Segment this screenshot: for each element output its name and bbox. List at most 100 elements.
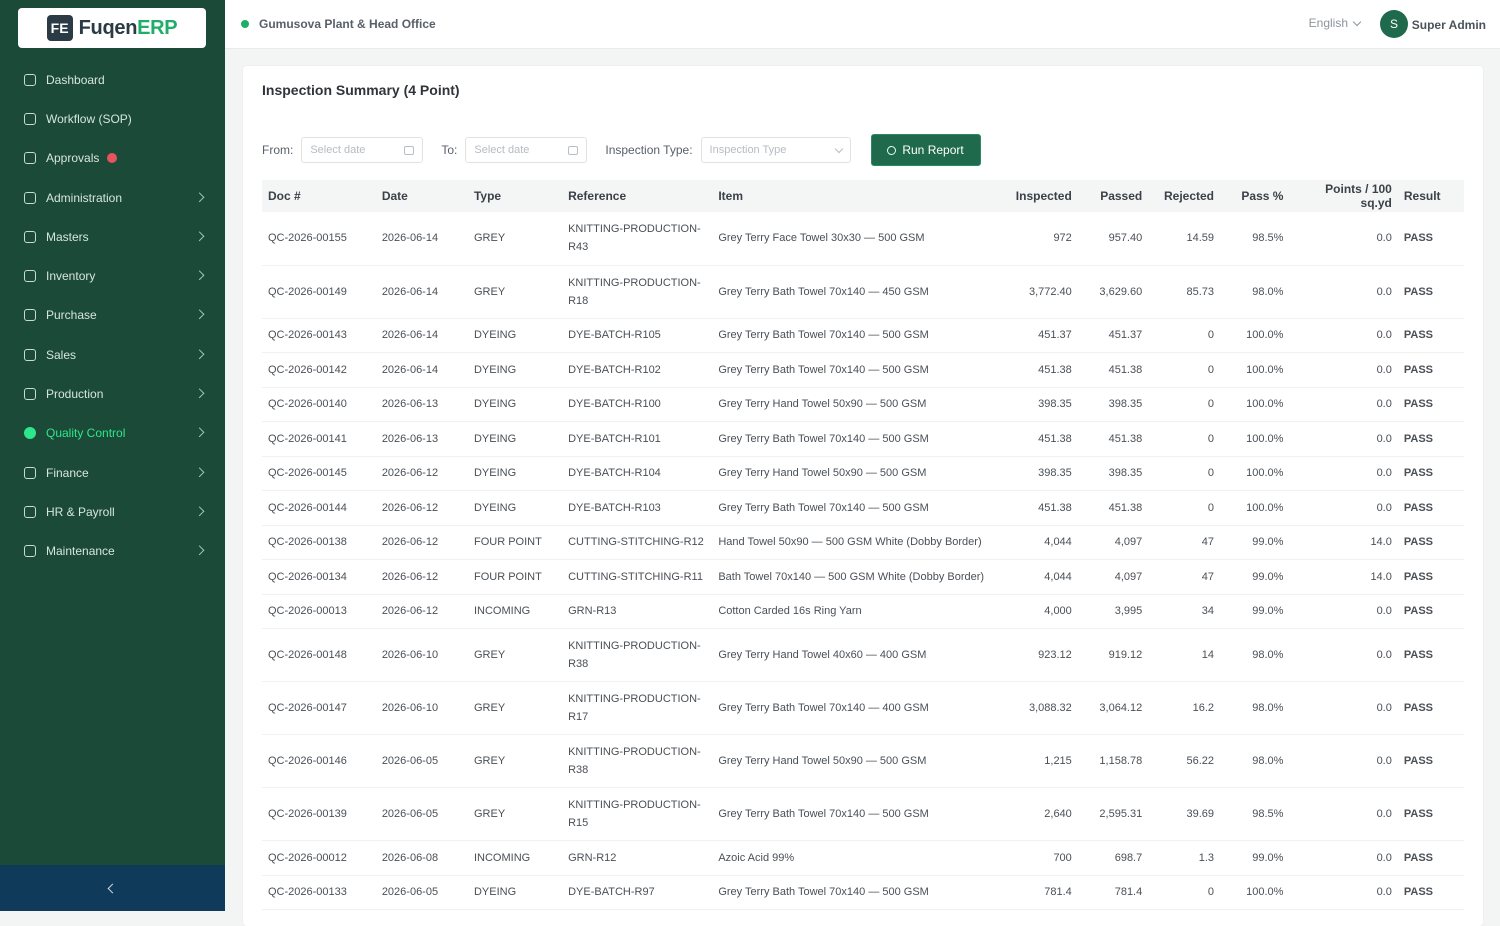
table-cell: 451.38 <box>991 352 1078 388</box>
from-date-input[interactable]: Select date <box>301 137 424 163</box>
doc-number-cell[interactable]: QC-2026-00143 <box>262 318 376 353</box>
table-cell: 2026-06-12 <box>375 525 468 560</box>
sidebar-collapse-button[interactable] <box>0 865 225 911</box>
sidebar-item-workflow-sop[interactable]: Workflow (SOP) <box>0 99 225 138</box>
sidebar-item-inventory[interactable]: Inventory <box>0 256 225 295</box>
table-cell: DYE-BATCH-R104 <box>562 456 713 491</box>
doc-number-cell[interactable]: QC-2026-00134 <box>262 559 376 595</box>
sidebar-item-production[interactable]: Production <box>0 374 225 413</box>
table-row[interactable]: QC-2026-00155 2026-06-14 GREY KNITTING-PROD… <box>262 212 1464 266</box>
chevron-right-icon <box>194 466 205 477</box>
table-row[interactable]: QC-2026-00143 2026-06-14 DYEING DYE-BATCH-R… <box>262 318 1464 353</box>
column-header[interactable]: Points / 100 sq.yd <box>1289 180 1398 212</box>
table-cell: PASS <box>1397 681 1464 735</box>
sidebar-item-purchase[interactable]: Purchase <box>0 296 225 335</box>
column-header[interactable]: Passed <box>1077 180 1149 212</box>
brand-logo[interactable]: FE FuqenERP <box>18 8 206 48</box>
doc-number-cell[interactable]: QC-2026-00013 <box>262 594 376 629</box>
user-name[interactable]: Super Admin <box>1412 18 1486 32</box>
table-cell: 2026-06-05 <box>375 734 468 788</box>
column-header[interactable]: Pass % <box>1220 180 1290 212</box>
sidebar-item-hr-payroll[interactable]: HR & Payroll <box>0 492 225 531</box>
sidebar-item-approvals[interactable]: Approvals <box>0 139 225 178</box>
doc-number-cell[interactable]: QC-2026-00012 <box>262 840 376 876</box>
sidebar-item-administration[interactable]: Administration <box>0 178 225 217</box>
sidebar-item-finance[interactable]: Finance <box>0 453 225 492</box>
approvals-icon <box>24 152 36 165</box>
column-header[interactable]: Inspected <box>991 180 1078 212</box>
table-cell: 3,629.60 <box>1077 265 1149 319</box>
doc-number-cell[interactable]: QC-2026-00155 <box>262 212 376 266</box>
dashboard-icon <box>24 73 36 86</box>
sidebar-item-maintenance[interactable]: Maintenance <box>0 532 225 571</box>
topbar: Gumusova Plant & Head Office English S S… <box>225 0 1500 49</box>
doc-number-cell[interactable]: QC-2026-00142 <box>262 352 376 388</box>
table-row[interactable]: QC-2026-00138 2026-06-12 FOUR POINT CUTTING… <box>262 525 1464 560</box>
location-selector[interactable]: Gumusova Plant & Head Office <box>259 17 436 31</box>
table-cell: 0.0 <box>1289 628 1398 682</box>
masters-icon <box>24 230 36 243</box>
column-header[interactable]: Rejected <box>1148 180 1221 212</box>
table-cell: 0.0 <box>1289 318 1398 353</box>
table-cell: 398.35 <box>1077 387 1149 422</box>
table-row[interactable]: QC-2026-00134 2026-06-12 FOUR POINT CUTTING… <box>262 559 1464 595</box>
table-cell: 2,640 <box>991 787 1078 841</box>
sidebar-item-quality-control[interactable]: Quality Control <box>0 414 225 453</box>
table-row[interactable]: QC-2026-00145 2026-06-12 DYEING DYE-BATCH-R… <box>262 456 1464 491</box>
doc-number-cell[interactable]: QC-2026-00139 <box>262 787 376 841</box>
to-date-input[interactable]: Select date <box>465 137 588 163</box>
table-row[interactable]: QC-2026-00144 2026-06-12 DYEING DYE-BATCH-R… <box>262 490 1464 526</box>
table-row[interactable]: QC-2026-00142 2026-06-14 DYEING DYE-BATCH-R… <box>262 352 1464 388</box>
column-header[interactable]: Type <box>467 180 563 212</box>
table-row[interactable]: QC-2026-00140 2026-06-13 DYEING DYE-BATCH-R… <box>262 387 1464 422</box>
quality-icon <box>24 427 36 440</box>
table-row[interactable]: QC-2026-00133 2026-06-05 DYEING DYE-BATCH-R… <box>262 875 1464 910</box>
doc-number-cell[interactable]: QC-2026-00147 <box>262 681 376 735</box>
column-header[interactable]: Doc # <box>262 180 376 212</box>
table-row[interactable]: QC-2026-00147 2026-06-10 GREY KNITTING-PROD… <box>262 681 1464 735</box>
doc-number-cell[interactable]: QC-2026-00145 <box>262 456 376 491</box>
logo-text: FuqenERP <box>78 16 178 39</box>
sidebar-item-masters[interactable]: Masters <box>0 217 225 256</box>
table-cell: PASS <box>1397 352 1464 388</box>
doc-number-cell[interactable]: QC-2026-00146 <box>262 734 376 788</box>
table-cell: 47 <box>1148 525 1221 560</box>
table-cell: 451.38 <box>991 490 1078 526</box>
table-cell: 99.0% <box>1220 525 1290 560</box>
column-header[interactable]: Date <box>375 180 468 212</box>
doc-number-cell[interactable]: QC-2026-00140 <box>262 387 376 422</box>
table-cell: 3,064.12 <box>1077 681 1149 735</box>
workflow-icon <box>24 112 36 125</box>
table-cell: 2026-06-12 <box>375 594 468 629</box>
table-cell: 0.0 <box>1289 787 1398 841</box>
column-header[interactable]: Result <box>1397 180 1464 212</box>
sidebar-item-sales[interactable]: Sales <box>0 335 225 374</box>
language-selector[interactable]: English <box>1309 16 1362 30</box>
table-cell: 451.38 <box>1077 490 1149 526</box>
table-cell: Grey Terry Bath Towel 70x140 — 500 GSM <box>712 318 992 353</box>
table-cell: GRN-R12 <box>562 840 713 876</box>
table-cell: KNITTING-PRODUCTION-R43 <box>562 212 713 266</box>
run-report-button[interactable]: Run Report <box>870 134 981 166</box>
avatar[interactable]: S <box>1380 10 1408 38</box>
doc-number-cell[interactable]: QC-2026-00138 <box>262 525 376 560</box>
doc-number-cell[interactable]: QC-2026-00141 <box>262 421 376 457</box>
table-row[interactable]: QC-2026-00012 2026-06-08 INCOMING GRN-R12 Az… <box>262 840 1464 876</box>
inventory-icon <box>24 270 36 283</box>
doc-number-cell[interactable]: QC-2026-00148 <box>262 628 376 682</box>
table-row[interactable]: QC-2026-00149 2026-06-14 GREY KNITTING-PROD… <box>262 265 1464 319</box>
table-cell: PASS <box>1397 318 1464 353</box>
doc-number-cell[interactable]: QC-2026-00149 <box>262 265 376 319</box>
sidebar-item-dashboard[interactable]: Dashboard <box>0 60 225 99</box>
column-header[interactable]: Item <box>712 180 992 212</box>
inspection-type-select[interactable]: Inspection Type <box>700 137 851 163</box>
table-row[interactable]: QC-2026-00141 2026-06-13 DYEING DYE-BATCH-R… <box>262 421 1464 457</box>
doc-number-cell[interactable]: QC-2026-00144 <box>262 490 376 526</box>
table-row[interactable]: QC-2026-00013 2026-06-12 INCOMING GRN-R13 Co… <box>262 594 1464 629</box>
table-row[interactable]: QC-2026-00148 2026-06-10 GREY KNITTING-PROD… <box>262 628 1464 682</box>
doc-number-cell[interactable]: QC-2026-00133 <box>262 875 376 910</box>
table-row[interactable]: QC-2026-00139 2026-06-05 GREY KNITTING-PROD… <box>262 787 1464 841</box>
table-cell: PASS <box>1397 594 1464 629</box>
table-row[interactable]: QC-2026-00146 2026-06-05 GREY KNITTING-PROD… <box>262 734 1464 788</box>
column-header[interactable]: Reference <box>562 180 713 212</box>
